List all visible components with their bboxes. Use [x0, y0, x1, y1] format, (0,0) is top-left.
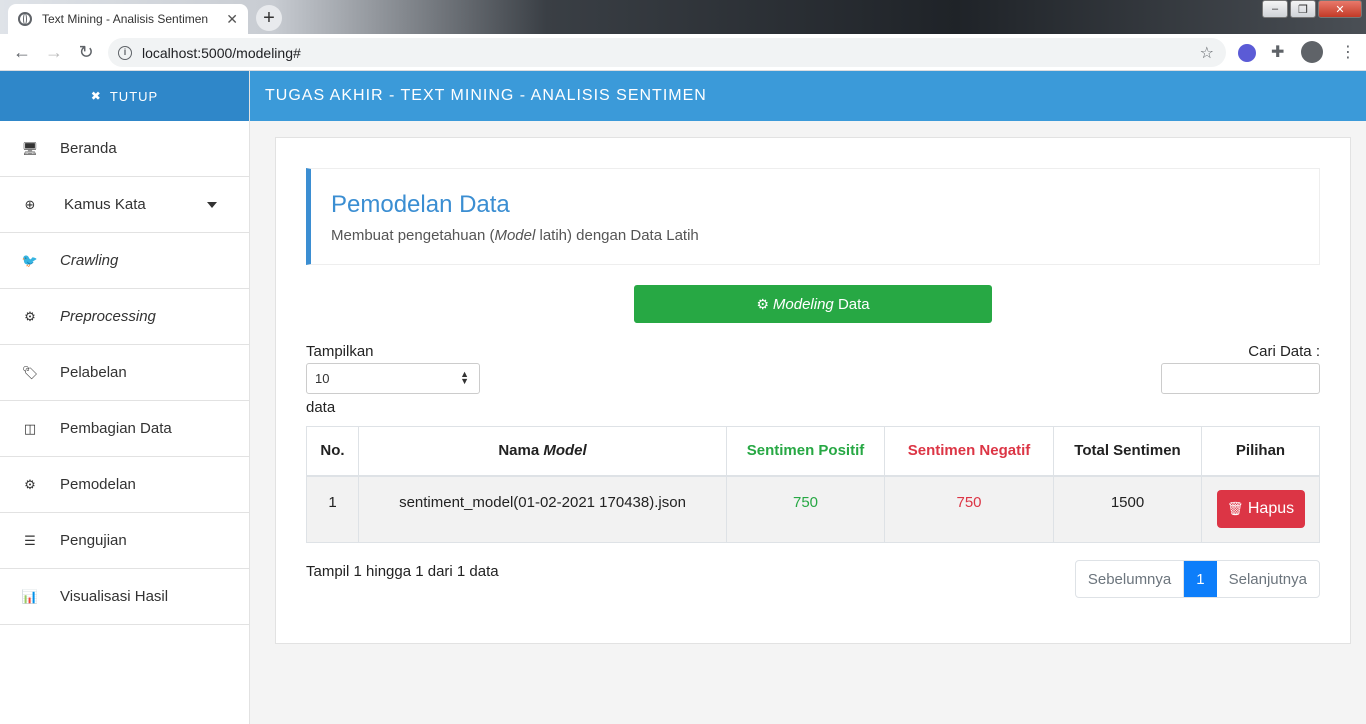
cell-total: 1500: [1053, 475, 1202, 543]
url-text: localhost:5000/modeling#: [142, 44, 301, 61]
col-header-negative[interactable]: Sentimen Negatif: [884, 426, 1054, 477]
sidebar-item-crawling[interactable]: 🐦 Crawling: [0, 233, 249, 289]
sidebar-item-pembagian-data[interactable]: ◫ Pembagian Data: [0, 401, 249, 457]
length-label: Tampilkan: [306, 343, 374, 360]
length-select[interactable]: 10 ▲ ▼: [306, 363, 480, 394]
table-header-row: No. Nama Model Sentimen Positif Sentimen…: [306, 426, 1320, 477]
url-input[interactable]: i localhost:5000/modeling# ☆: [108, 38, 1226, 67]
browser-tab[interactable]: Text Mining - Analisis Sentimen ✕: [8, 4, 248, 34]
address-bar: ← → ↻ i localhost:5000/modeling# ☆ ✚ ⋮: [0, 34, 1366, 71]
cogs-icon: ⚙: [756, 295, 769, 312]
puzzle-icon[interactable]: ✚: [1271, 42, 1284, 62]
modeling-button-label: Data: [833, 295, 870, 313]
page-subtitle: Membuat pengetahuan (Model latih) dengan…: [331, 227, 699, 244]
sidebar-item-kamus-kata[interactable]: ⊕ Kamus Kata: [0, 177, 249, 233]
search-label: Cari Data :: [1248, 343, 1320, 360]
sidebar-item-label: Pelabelan: [60, 364, 127, 381]
modeling-button-label-italic: Modeling: [772, 295, 834, 313]
info-icon[interactable]: i: [118, 45, 132, 60]
reload-button[interactable]: ↻: [70, 42, 102, 63]
page-header-callout: Pemodelan Data Membuat pengetahuan (Mode…: [306, 168, 1320, 265]
sidebar-item-label: Pembagian Data: [60, 420, 172, 437]
pagination: Sebelumnya 1 Selanjutnya: [1074, 560, 1320, 598]
top-navbar: TUGAS AKHIR - TEXT MINING - ANALISIS SEN…: [250, 71, 1366, 121]
col-header-action: Pilihan: [1201, 426, 1320, 477]
bar-chart-icon: 📊: [21, 588, 39, 604]
col-header-positive[interactable]: Sentimen Positif: [726, 426, 885, 477]
plus-circle-icon: ⊕: [24, 196, 36, 212]
globe-icon: [18, 12, 32, 26]
sidebar-item-label: Pemodelan: [60, 476, 136, 493]
browser-tab-strip: Text Mining - Analisis Sentimen ✕ + – ❐ …: [0, 0, 1366, 34]
gear-icon: ⚙: [24, 308, 36, 324]
sidebar: ✖ TUTUP 🖥 Beranda ⊕ Kamus Kata 🐦 Crawlin…: [0, 71, 250, 724]
cogs-icon: ⚙: [24, 476, 36, 492]
pagination-page-1[interactable]: 1: [1184, 561, 1217, 597]
minimize-button[interactable]: –: [1262, 0, 1288, 18]
sidebar-item-pemodelan[interactable]: ⚙ Pemodelan: [0, 457, 249, 513]
extension-icon[interactable]: [1238, 44, 1256, 62]
desktop-icon: 🖥: [21, 140, 39, 156]
sidebar-item-label: Visualisasi Hasil: [60, 588, 169, 605]
page-title: Pemodelan Data: [331, 191, 510, 218]
delete-button-label: Hapus: [1247, 499, 1295, 517]
col-header-total[interactable]: Total Sentimen: [1053, 426, 1202, 477]
sidebar-item-pelabelan[interactable]: 🏷 Pelabelan: [0, 345, 249, 401]
table-row: 1 sentiment_model(01-02-2021 170438).jso…: [306, 475, 1320, 543]
window-controls: – ❐ ✕: [1260, 0, 1362, 18]
pagination-next[interactable]: Selanjutnya: [1217, 561, 1319, 597]
select-arrows-icon: ▲ ▼: [460, 369, 469, 386]
length-select-value: 10: [315, 371, 330, 386]
tags-icon: 🏷: [21, 364, 39, 380]
sidebar-item-beranda[interactable]: 🖥 Beranda: [0, 121, 249, 177]
cell-no: 1: [306, 475, 359, 543]
forward-button[interactable]: →: [38, 42, 70, 63]
sidebar-item-label: Pengujian: [60, 532, 127, 549]
close-icon: ✖: [90, 89, 102, 103]
models-table: No. Nama Model Sentimen Positif Sentimen…: [306, 426, 1320, 543]
sidebar-item-preprocessing[interactable]: ⚙ Preprocessing: [0, 289, 249, 345]
modeling-data-button[interactable]: ⚙ Modeling Data: [634, 285, 992, 323]
tab-close-icon[interactable]: ✕: [226, 11, 238, 28]
col-header-no[interactable]: No.: [306, 426, 359, 477]
delete-button[interactable]: 🗑 Hapus: [1216, 489, 1305, 528]
col-header-name[interactable]: Nama Model: [358, 426, 727, 477]
maximize-button[interactable]: ❐: [1290, 0, 1316, 18]
trash-icon: 🗑: [1226, 500, 1244, 516]
cell-positive: 750: [726, 475, 885, 543]
app-title: TUGAS AKHIR - TEXT MINING - ANALISIS SEN…: [265, 87, 707, 104]
profile-avatar[interactable]: [1301, 41, 1323, 63]
length-after-label: data: [306, 399, 336, 416]
sidebar-close-label: TUTUP: [109, 88, 159, 104]
back-button[interactable]: ←: [6, 42, 38, 63]
table-info: Tampil 1 hingga 1 dari 1 data: [306, 563, 499, 580]
cell-action: 🗑 Hapus: [1201, 475, 1320, 543]
menu-kebab-icon[interactable]: ⋮: [1340, 42, 1356, 62]
cell-model-name: sentiment_model(01-02-2021 170438).json: [358, 475, 727, 543]
sidebar-item-label: Preprocessing: [60, 308, 156, 325]
window-close-button[interactable]: ✕: [1318, 0, 1362, 18]
sidebar-item-label: Kamus Kata: [64, 196, 146, 213]
list-icon: ☰: [24, 532, 36, 548]
search-input[interactable]: [1161, 363, 1320, 394]
main-card: Pemodelan Data Membuat pengetahuan (Mode…: [275, 137, 1351, 644]
sidebar-item-label: Crawling: [60, 252, 119, 269]
pagination-prev[interactable]: Sebelumnya: [1076, 561, 1185, 597]
new-tab-button[interactable]: +: [256, 5, 282, 31]
bookmark-star-icon[interactable]: ☆: [1200, 43, 1214, 63]
tab-title: Text Mining - Analisis Sentimen: [42, 12, 209, 26]
twitter-icon: 🐦: [21, 252, 39, 268]
sidebar-item-pengujian[interactable]: ☰ Pengujian: [0, 513, 249, 569]
chevron-down-icon: [207, 202, 217, 208]
sidebar-item-visualisasi-hasil[interactable]: 📊 Visualisasi Hasil: [0, 569, 249, 625]
cell-negative: 750: [884, 475, 1054, 543]
sidebar-close-button[interactable]: ✖ TUTUP: [0, 71, 249, 121]
columns-icon: ◫: [23, 420, 37, 436]
sidebar-item-label: Beranda: [60, 140, 117, 157]
